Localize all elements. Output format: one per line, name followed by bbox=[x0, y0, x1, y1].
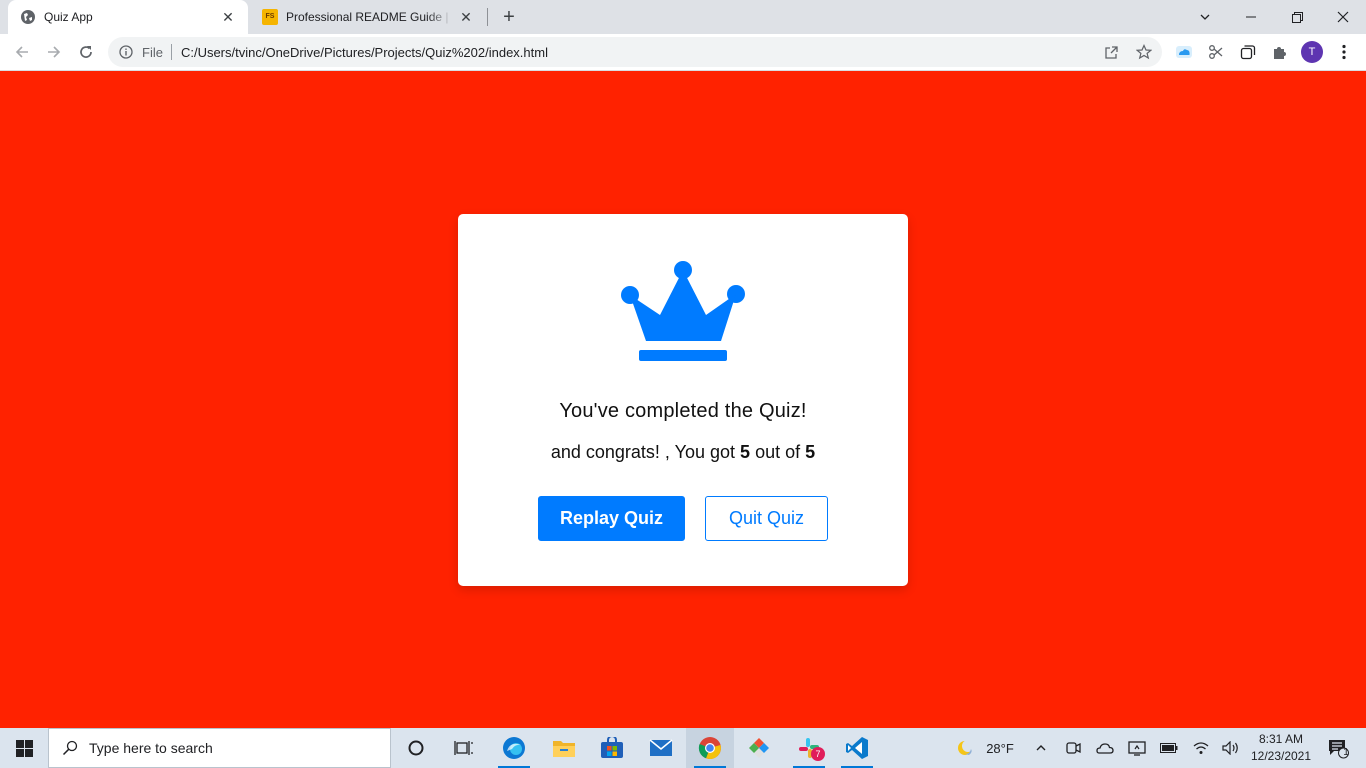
battery-icon[interactable] bbox=[1158, 728, 1180, 768]
clock-date: 12/23/2021 bbox=[1250, 749, 1312, 763]
notification-center-icon[interactable]: 1 bbox=[1320, 728, 1356, 768]
git-kraken-icon[interactable] bbox=[735, 728, 783, 768]
taskbar-search-input[interactable]: Type here to search bbox=[48, 728, 391, 768]
windows-start-icon[interactable] bbox=[0, 728, 48, 768]
result-card: You've completed the Quiz! and congrats!… bbox=[458, 214, 908, 586]
browser-toolbar: File C:/Users/tvinc/OneDrive/Pictures/Pr… bbox=[0, 34, 1366, 71]
file-explorer-icon[interactable] bbox=[540, 728, 588, 768]
readme-favicon-icon: FS bbox=[262, 9, 278, 25]
cortana-icon[interactable] bbox=[392, 728, 440, 768]
tab-search-chevron-icon[interactable] bbox=[1182, 0, 1228, 34]
volume-icon[interactable] bbox=[1220, 728, 1242, 768]
tab-title: Professional README Guide | The bbox=[286, 10, 452, 24]
system-clock[interactable]: 8:31 AM 12/23/2021 bbox=[1244, 731, 1318, 765]
share-icon[interactable] bbox=[1101, 42, 1121, 62]
score-prefix: and congrats! , You got bbox=[550, 442, 736, 462]
back-button[interactable] bbox=[8, 38, 36, 66]
onedrive-extension-icon[interactable] bbox=[1173, 41, 1195, 63]
score-middle: out of bbox=[755, 442, 801, 462]
url-scheme-label: File bbox=[142, 44, 163, 60]
browser-tabstrip: Quiz App ✕ FS Professional README Guide … bbox=[0, 0, 1366, 34]
clock-time: 8:31 AM bbox=[1258, 732, 1304, 746]
weather-icon[interactable] bbox=[954, 728, 978, 768]
scissors-extension-icon[interactable] bbox=[1205, 41, 1227, 63]
weather-temperature[interactable]: 28°F bbox=[980, 728, 1020, 768]
onedrive-cloud-icon[interactable] bbox=[1094, 728, 1116, 768]
chrome-browser-icon[interactable] bbox=[686, 728, 734, 768]
url-text[interactable]: C:/Users/tvinc/OneDrive/Pictures/Project… bbox=[181, 45, 548, 60]
meet-now-icon[interactable] bbox=[1062, 728, 1084, 768]
tab-readme-guide[interactable]: FS Professional README Guide | The ✕ bbox=[250, 0, 486, 34]
bookmark-star-icon[interactable] bbox=[1134, 42, 1154, 62]
notification-count: 1 bbox=[1343, 747, 1349, 758]
wifi-icon[interactable] bbox=[1190, 728, 1212, 768]
mail-icon[interactable] bbox=[637, 728, 685, 768]
close-window-button[interactable] bbox=[1320, 0, 1366, 34]
readme-favicon-text: FS bbox=[262, 9, 278, 25]
search-icon bbox=[61, 739, 79, 757]
tab-quiz-app[interactable]: Quiz App ✕ bbox=[8, 0, 248, 34]
slack-badge: 7 bbox=[811, 747, 825, 761]
quit-quiz-button[interactable]: Quit Quiz bbox=[705, 496, 828, 541]
restore-button[interactable] bbox=[1274, 0, 1320, 34]
address-bar[interactable]: File C:/Users/tvinc/OneDrive/Pictures/Pr… bbox=[108, 37, 1162, 67]
globe-icon bbox=[20, 9, 36, 25]
new-tab-button[interactable]: + bbox=[498, 6, 520, 28]
slack-icon[interactable]: 7 bbox=[785, 728, 833, 768]
edge-browser-icon[interactable] bbox=[490, 728, 538, 768]
vscode-icon[interactable] bbox=[833, 728, 881, 768]
crown-icon bbox=[618, 260, 748, 365]
score-message: and congrats! , You got 5 out of 5 bbox=[458, 442, 908, 463]
device-sync-icon[interactable] bbox=[1126, 728, 1148, 768]
completion-message: You've completed the Quiz! bbox=[559, 400, 807, 422]
tab-separator bbox=[487, 8, 488, 26]
task-view-icon[interactable] bbox=[440, 728, 488, 768]
profile-avatar[interactable]: T bbox=[1301, 41, 1323, 63]
total-value: 5 bbox=[805, 442, 816, 462]
extensions-puzzle-icon[interactable] bbox=[1269, 41, 1291, 63]
info-icon[interactable] bbox=[118, 44, 134, 60]
close-tab-icon[interactable]: ✕ bbox=[458, 9, 474, 25]
reload-button[interactable] bbox=[72, 38, 100, 66]
forward-button[interactable] bbox=[40, 38, 68, 66]
close-tab-icon[interactable]: ✕ bbox=[220, 9, 236, 25]
minimize-button[interactable] bbox=[1228, 0, 1274, 34]
replay-quiz-button[interactable]: Replay Quiz bbox=[538, 496, 685, 541]
search-placeholder: Type here to search bbox=[89, 740, 213, 756]
tab-title: Quiz App bbox=[44, 10, 93, 24]
tab-copy-extension-icon[interactable] bbox=[1237, 41, 1259, 63]
windows-taskbar: Type here to search 7 28°F 8:31 AM 12/23… bbox=[0, 728, 1366, 768]
browser-menu-icon[interactable] bbox=[1333, 41, 1355, 63]
score-value: 5 bbox=[740, 442, 751, 462]
omnibox-divider bbox=[170, 44, 172, 60]
microsoft-store-icon[interactable] bbox=[588, 728, 636, 768]
show-hidden-icons-chevron-icon[interactable] bbox=[1030, 728, 1052, 768]
